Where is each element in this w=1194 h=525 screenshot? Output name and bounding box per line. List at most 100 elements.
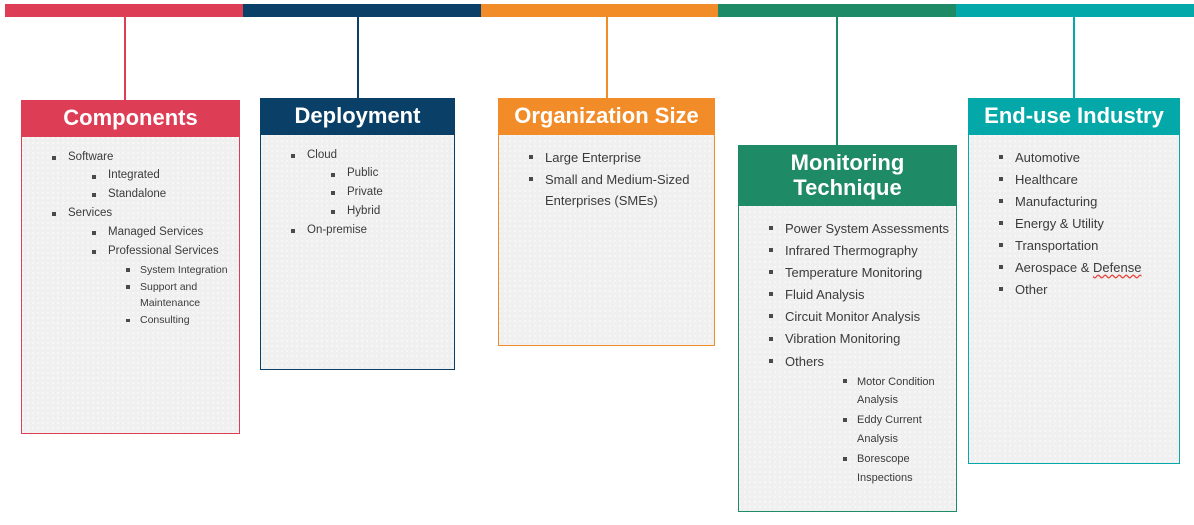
panel-body-monitoring-technique: Power System Assessments Infrared Thermog… — [738, 206, 957, 512]
square-bullet-icon — [331, 191, 335, 196]
list-item: Temperature Monitoring — [745, 262, 950, 283]
panel-body-deployment: Cloud Public Private Hybrid On-premise — [260, 134, 455, 370]
square-bullet-icon — [843, 379, 847, 383]
list-item-label: Eddy Current Analysis — [857, 414, 922, 446]
panel-body-end-use-industry: Automotive Healthcare Manufacturing Energy … — [968, 134, 1180, 464]
list-item-label: Healthcare — [1015, 171, 1078, 187]
square-bullet-icon — [999, 286, 1003, 291]
list-item: Hybrid — [267, 203, 448, 221]
square-bullet-icon — [999, 198, 1003, 203]
item-group-level-1: Services — [28, 205, 233, 223]
item-group-level-3: Motor Condition Analysis Eddy Current Ana… — [745, 373, 950, 488]
list-item: System Integration — [28, 262, 233, 278]
end-use-industry-segment — [956, 4, 1194, 17]
list-item-label: Software — [68, 150, 114, 163]
square-bullet-icon — [769, 314, 773, 319]
square-bullet-icon — [843, 418, 847, 422]
list-item-label: Services — [68, 207, 113, 220]
monitoring-technique-segment — [718, 4, 957, 17]
square-bullet-icon — [52, 212, 56, 217]
list-item: Cloud — [267, 147, 448, 165]
list-item-label: Motor Condition Analysis — [857, 375, 935, 407]
panel-monitoring-technique: Monitoring Technique Power System Assess… — [738, 145, 957, 512]
connector-line-monitoring-technique — [836, 17, 838, 145]
spellcheck-underline: Defense — [1093, 259, 1142, 275]
list-item-label: Power System Assessments — [785, 221, 949, 237]
item-group-level-3: System Integration Support and Maintenanc… — [28, 262, 233, 329]
square-bullet-icon — [92, 249, 96, 254]
list-item-label: Infrared Thermography — [785, 243, 918, 259]
list-item-label: Standalone — [108, 188, 167, 201]
item-group-level-1: Automotive Healthcare Manufacturing Energy … — [975, 147, 1173, 300]
panel-deployment: Deployment Cloud Public Private Hybrid On-pr… — [260, 98, 455, 370]
panel-title-monitoring-technique: Monitoring Technique — [738, 145, 957, 207]
square-bullet-icon — [999, 154, 1003, 159]
square-bullet-icon — [999, 176, 1003, 181]
item-group-level-1: On-premise — [267, 222, 448, 240]
list-item: Motor Condition Analysis — [745, 373, 950, 411]
square-bullet-icon — [92, 231, 96, 235]
list-item: Fluid Analysis — [745, 284, 950, 305]
list-item-label: Small and Medium-Sized Enterprises (SMEs… — [545, 171, 690, 208]
list-item: Manufacturing — [975, 191, 1173, 212]
list-item: Private — [267, 184, 448, 202]
list-item: Vibration Monitoring — [745, 328, 950, 349]
list-item: Integrated — [28, 167, 233, 185]
square-bullet-icon — [291, 153, 295, 158]
item-group-level-2: Managed Services Professional Services — [28, 224, 233, 261]
connector-line-components — [124, 17, 126, 103]
list-item-label: System Integration — [140, 263, 228, 276]
item-group-level-1: Cloud — [267, 147, 448, 165]
list-item-label: Aerospace & Defense — [1015, 259, 1142, 275]
square-bullet-icon — [769, 248, 773, 253]
list-item-label: Circuit Monitor Analysis — [785, 309, 921, 325]
list-item-label: Borescope Inspections — [857, 453, 913, 485]
list-item: Standalone — [28, 186, 233, 204]
list-item-label: Manufacturing — [1015, 193, 1098, 209]
list-item: Consulting — [28, 312, 233, 328]
panel-title-organization-size: Organization Size — [498, 98, 715, 135]
list-item-label: Automotive — [1015, 149, 1081, 165]
list-item-label: Integrated — [108, 169, 160, 182]
panel-title-end-use-industry: End-use Industry — [968, 98, 1180, 135]
item-group-level-2: Integrated Standalone — [28, 167, 233, 204]
square-bullet-icon — [331, 210, 335, 215]
list-item-label: Private — [347, 186, 383, 199]
connector-line-deployment — [357, 17, 359, 100]
square-bullet-icon — [92, 174, 96, 179]
list-item-label: Others — [785, 353, 825, 369]
list-item-label: Cloud — [307, 148, 338, 161]
connector-line-organization-size — [606, 17, 608, 100]
square-bullet-icon — [92, 193, 96, 198]
list-item-label: Public — [347, 167, 379, 180]
square-bullet-icon — [126, 268, 130, 272]
square-bullet-icon — [769, 292, 773, 297]
panel-components: Components Software Integrated Standalone S… — [21, 100, 240, 434]
list-item: Borescope Inspections — [745, 450, 950, 488]
square-bullet-icon — [126, 285, 130, 289]
list-item: Circuit Monitor Analysis — [745, 306, 950, 327]
square-bullet-icon — [769, 358, 773, 363]
square-bullet-icon — [999, 264, 1003, 269]
list-item: Others — [745, 351, 950, 372]
list-item: Small and Medium-Sized Enterprises (SMEs… — [505, 169, 708, 211]
organization-size-segment — [480, 4, 719, 17]
list-item: Power System Assessments — [745, 218, 950, 239]
list-item: Large Enterprise — [505, 147, 708, 168]
list-item-label: Professional Services — [108, 244, 219, 257]
list-item: Professional Services — [28, 243, 233, 261]
list-item: Eddy Current Analysis — [745, 411, 950, 449]
panel-organization-size: Organization Size Large Enterprise Small … — [498, 98, 715, 346]
list-item: Healthcare — [975, 169, 1173, 190]
square-bullet-icon — [126, 318, 130, 323]
top-color-bar — [5, 4, 1194, 17]
list-item-label: Large Enterprise — [545, 149, 642, 165]
square-bullet-icon — [529, 154, 533, 159]
square-bullet-icon — [331, 172, 335, 177]
segmentation-diagram: Components Software Integrated Standalone S… — [0, 0, 1194, 525]
panel-end-use-industry: End-use Industry Automotive Healthcare Man… — [968, 98, 1180, 464]
list-item-label: Other — [1015, 281, 1048, 297]
square-bullet-icon — [999, 220, 1003, 225]
list-item: Services — [28, 205, 233, 223]
list-item: Other — [975, 279, 1173, 300]
